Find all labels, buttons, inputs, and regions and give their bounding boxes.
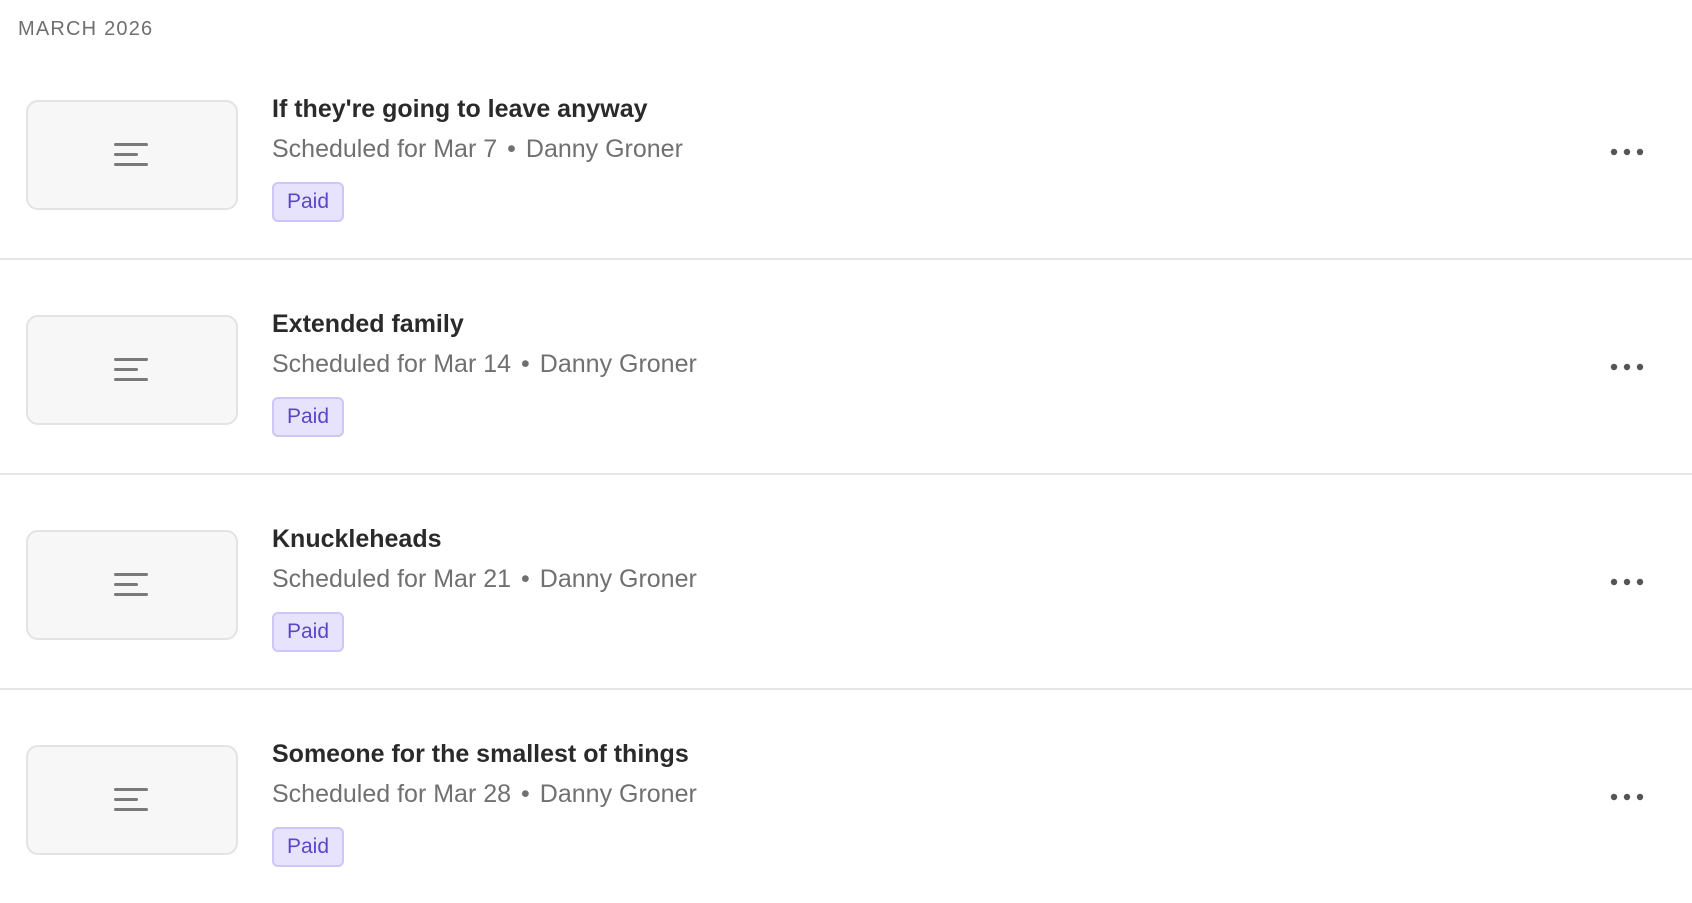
meta-separator: • xyxy=(521,780,530,808)
scheduled-date: Scheduled for Mar 21 xyxy=(272,565,512,593)
paid-badge: Paid xyxy=(272,182,345,222)
more-options-button[interactable] xyxy=(1602,782,1652,812)
more-options-button[interactable] xyxy=(1602,567,1652,597)
paid-badge: Paid xyxy=(272,397,345,437)
more-horizontal-icon xyxy=(1610,363,1644,371)
text-lines-icon xyxy=(114,788,148,811)
author-name: Danny Groner xyxy=(539,780,697,808)
post-row[interactable]: Knuckleheads Scheduled for Mar 21 • Danny … xyxy=(0,475,1692,690)
paid-badge: Paid xyxy=(272,612,345,652)
more-horizontal-icon xyxy=(1610,793,1644,801)
author-name: Danny Groner xyxy=(525,135,683,163)
scheduled-date: Scheduled for Mar 28 xyxy=(272,780,512,808)
post-title[interactable]: Someone for the smallest of things xyxy=(272,738,689,770)
post-thumbnail[interactable] xyxy=(26,315,238,425)
post-row[interactable]: Extended family Scheduled for Mar 14 • Dan… xyxy=(0,260,1692,475)
post-list: If they're going to leave anyway Schedul… xyxy=(0,45,1692,903)
more-horizontal-icon xyxy=(1610,148,1644,156)
meta-separator: • xyxy=(507,135,516,163)
post-thumbnail[interactable] xyxy=(26,745,238,855)
post-title[interactable]: Extended family xyxy=(272,308,464,340)
section-header-month: MARCH 2026 xyxy=(18,18,154,40)
post-meta: Scheduled for Mar 7 • Danny Groner xyxy=(272,133,683,165)
more-horizontal-icon xyxy=(1610,578,1644,586)
text-lines-icon xyxy=(114,358,148,381)
post-thumbnail[interactable] xyxy=(26,530,238,640)
post-meta: Scheduled for Mar 14 • Danny Groner xyxy=(272,348,697,380)
text-lines-icon xyxy=(114,573,148,596)
post-title[interactable]: Knuckleheads xyxy=(272,523,442,555)
post-meta: Scheduled for Mar 21 • Danny Groner xyxy=(272,563,697,595)
more-options-button[interactable] xyxy=(1602,352,1652,382)
post-row[interactable]: Someone for the smallest of things Sched… xyxy=(0,690,1692,903)
post-row[interactable]: If they're going to leave anyway Schedul… xyxy=(0,45,1692,260)
meta-separator: • xyxy=(521,565,530,593)
post-meta: Scheduled for Mar 28 • Danny Groner xyxy=(272,778,697,810)
text-lines-icon xyxy=(114,143,148,166)
post-title[interactable]: If they're going to leave anyway xyxy=(272,93,648,125)
paid-badge: Paid xyxy=(272,827,345,867)
author-name: Danny Groner xyxy=(539,565,697,593)
post-thumbnail[interactable] xyxy=(26,100,238,210)
scheduled-date: Scheduled for Mar 7 xyxy=(272,135,498,163)
author-name: Danny Groner xyxy=(539,350,697,378)
meta-separator: • xyxy=(521,350,530,378)
more-options-button[interactable] xyxy=(1602,137,1652,167)
scheduled-date: Scheduled for Mar 14 xyxy=(272,350,512,378)
